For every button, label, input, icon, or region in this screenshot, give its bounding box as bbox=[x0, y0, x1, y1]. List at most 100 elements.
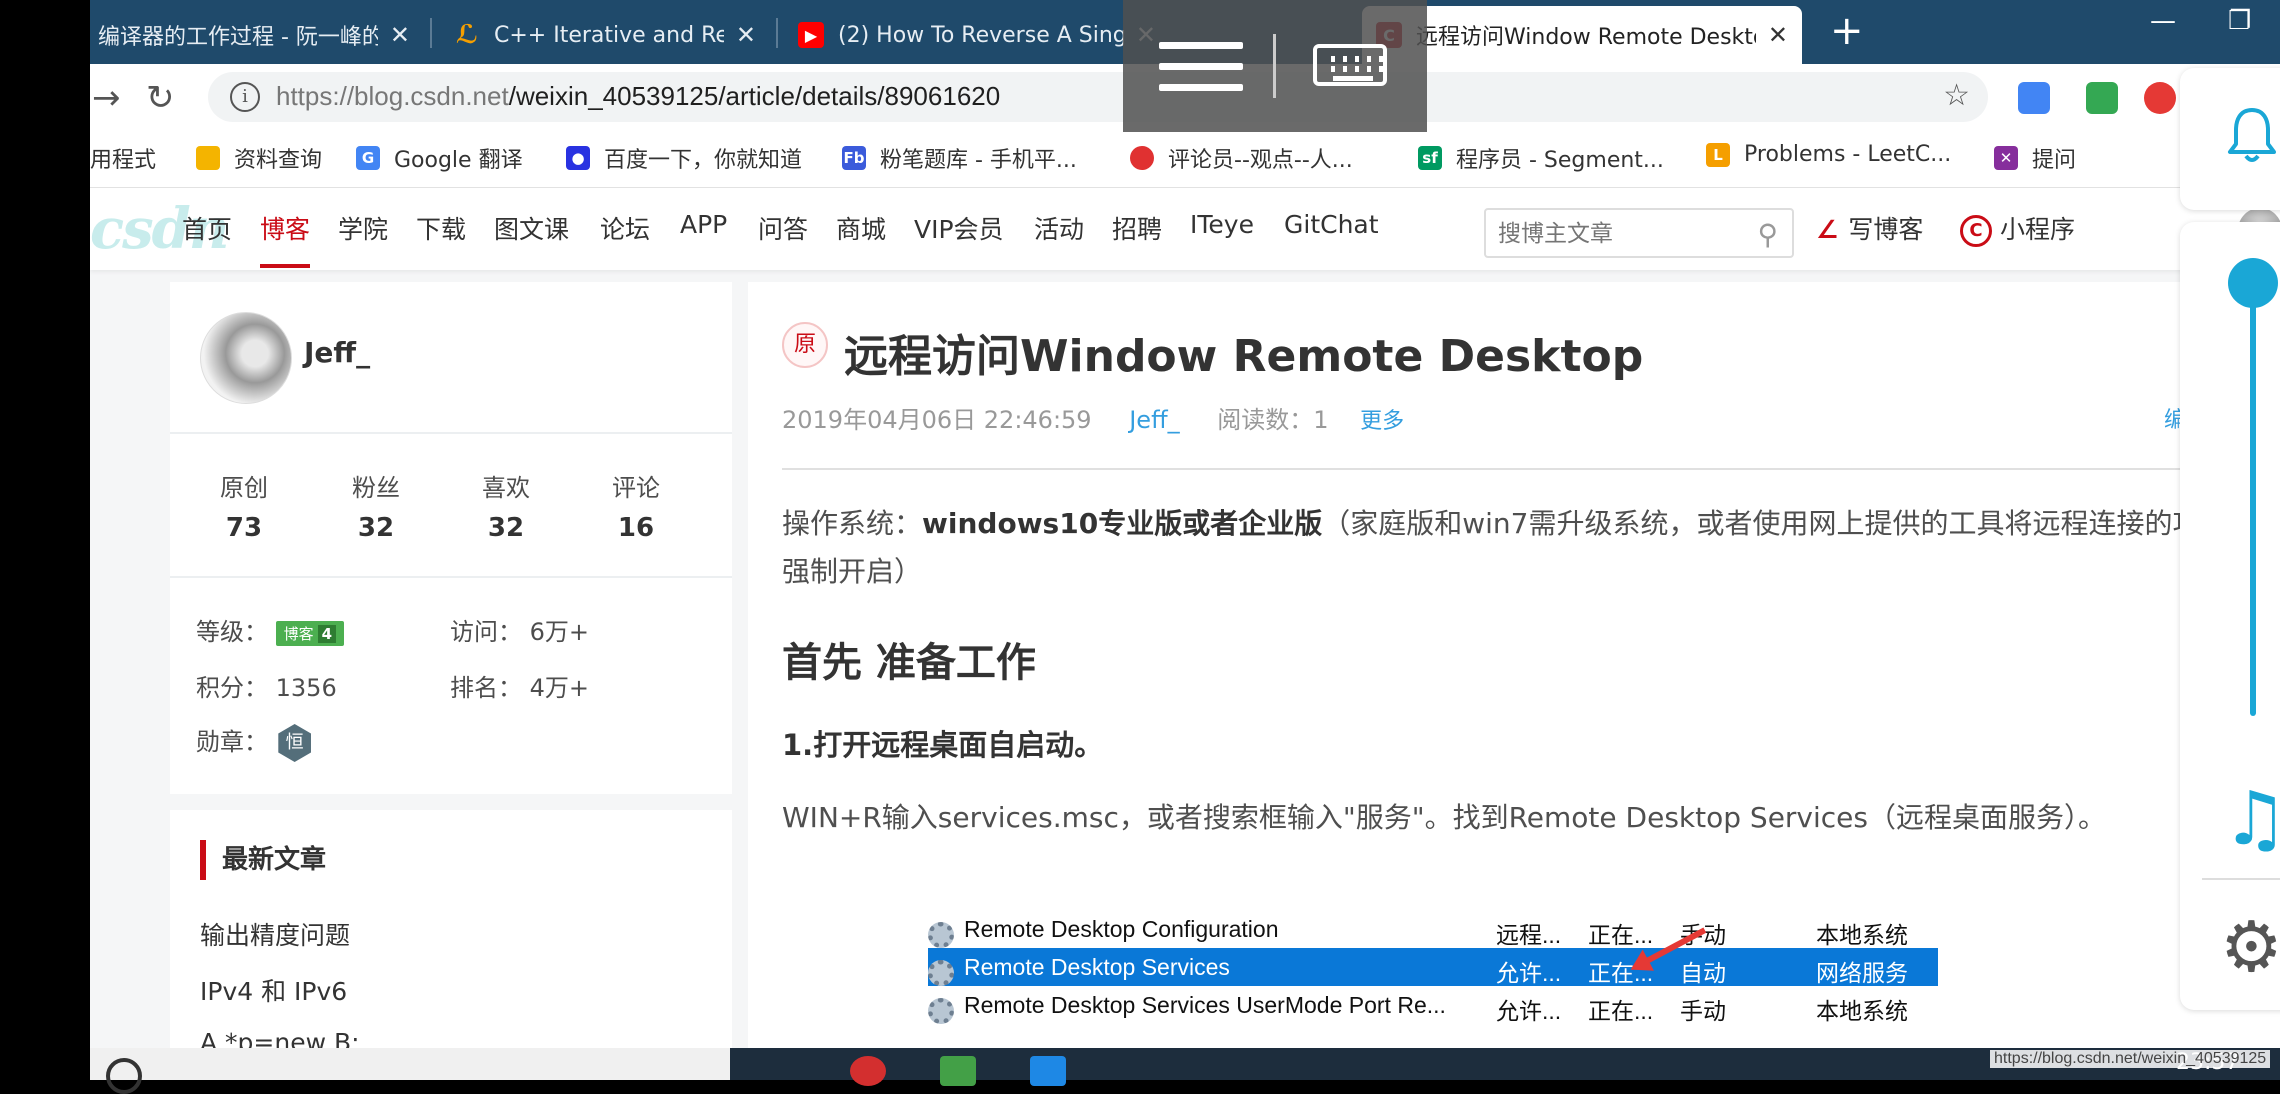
tab-ruanyifeng[interactable]: 编译器的工作过程 - 阮一峰的网络日志 ✕ bbox=[90, 6, 424, 64]
divider bbox=[2202, 878, 2280, 880]
service-start: 手动 bbox=[1680, 998, 1726, 1024]
article-title: 远程访问Window Remote Desktop bbox=[844, 331, 1644, 382]
nav-item-academy[interactable]: 学院 bbox=[338, 210, 388, 246]
search-icon[interactable]: ⚲ bbox=[1757, 218, 1778, 251]
bookmark-label: 程序员 - Segment... bbox=[1456, 148, 1664, 173]
control-panel: ♫ ⚙ bbox=[2180, 222, 2280, 1010]
bookmark-item[interactable]: ● 百度一下，你就知道 bbox=[566, 142, 802, 174]
google-translate-icon: G bbox=[356, 146, 380, 170]
taskbar-search[interactable] bbox=[90, 1048, 730, 1094]
stat-value: 73 bbox=[225, 513, 263, 543]
minimize-icon[interactable]: — bbox=[2150, 6, 2176, 36]
gear-icon[interactable]: ⚙ bbox=[2220, 912, 2280, 982]
nav-item-iteye[interactable]: ITeye bbox=[1190, 210, 1254, 239]
omnibox[interactable]: i https://blog.csdn.net/weixin_40539125/… bbox=[208, 72, 1988, 122]
app-icon[interactable] bbox=[1030, 1056, 1066, 1086]
nav-item-gitchat[interactable]: GitChat bbox=[1284, 210, 1379, 239]
tab-csdn-active[interactable]: C 远程访问Window Remote Desktop ✕ bbox=[1362, 6, 1802, 64]
reload-icon[interactable]: ↻ bbox=[146, 78, 175, 118]
bookmark-item[interactable]: G Google 翻译 bbox=[356, 142, 523, 174]
translate-extension-icon[interactable] bbox=[2018, 82, 2050, 114]
article-paragraph: WIN+R输入services.msc，或者搜索框输入"服务"。找到Remote… bbox=[782, 801, 2106, 834]
nav-item-jobs[interactable]: 招聘 bbox=[1112, 210, 1162, 246]
level-row: 等级： 博客 4 bbox=[196, 612, 345, 647]
close-icon[interactable]: ✕ bbox=[736, 21, 756, 49]
bookmark-item[interactable]: 用程式 bbox=[90, 142, 156, 174]
service-row-selected: Remote Desktop Services 允许... 正在... 自动 网… bbox=[928, 927, 1938, 986]
nav-item-vip[interactable]: VIP会员 bbox=[914, 210, 1004, 246]
bookmark-item[interactable]: 评论员--观点--人... bbox=[1130, 142, 1353, 174]
tab-title: (2) How To Reverse A Singly Linked bbox=[838, 22, 1124, 48]
article-card: 原 远程访问Window Remote Desktop 2019年04月06日 … bbox=[748, 282, 2280, 1080]
segmentfault-icon: sf bbox=[1418, 146, 1442, 170]
service-logon: 本地系统 bbox=[1816, 922, 1908, 948]
app-icon[interactable] bbox=[940, 1056, 976, 1086]
nav-item-mall[interactable]: 商城 bbox=[836, 210, 886, 246]
bookmark-item[interactable]: L Problems - LeetC... bbox=[1706, 142, 1951, 167]
stat-fans: 粉丝 32 bbox=[316, 468, 436, 543]
visits-value: 6万+ bbox=[529, 618, 590, 646]
bookmark-item[interactable]: ✕ 提问 bbox=[1994, 142, 2076, 174]
site-nav: csdn 首页 博客 学院 下载 图文课 论坛 APP 问答 商城 VIP会员 … bbox=[90, 188, 2280, 270]
article-author-link[interactable]: Jeff_ bbox=[1129, 406, 1179, 434]
hamburger-icon[interactable] bbox=[1159, 42, 1243, 105]
volume-slider-track[interactable] bbox=[2250, 282, 2256, 716]
bookmark-label: Problems - LeetC... bbox=[1744, 142, 1952, 167]
more-link[interactable]: 更多 bbox=[1360, 409, 1404, 434]
extension-icon[interactable] bbox=[2144, 82, 2176, 114]
forward-icon[interactable]: → bbox=[92, 78, 121, 118]
status-url: https://blog.csdn.net/weixin_40539125 bbox=[1990, 1050, 2271, 1068]
service-row: Remote Desktop Configuration 远程... 正在...… bbox=[928, 910, 1938, 948]
recent-article-link[interactable]: IPv4 和 IPv6 bbox=[200, 972, 347, 1008]
app-icon[interactable] bbox=[850, 1056, 886, 1086]
blog-search-input[interactable] bbox=[1498, 218, 1738, 250]
avatar[interactable] bbox=[200, 312, 292, 404]
nav-item-app[interactable]: APP bbox=[680, 210, 727, 239]
notification-card[interactable] bbox=[2180, 68, 2280, 210]
divider bbox=[170, 432, 732, 434]
volume-slider-knob[interactable] bbox=[2228, 258, 2278, 308]
write-blog-link[interactable]: ∠ 写博客 bbox=[1816, 210, 1923, 246]
music-note-icon[interactable]: ♫ bbox=[2222, 782, 2280, 856]
nav-item-blog[interactable]: 博客 bbox=[260, 210, 311, 268]
article-date: 2019年04月06日 22:46:59 bbox=[782, 406, 1092, 434]
taskbar: 23:57 bbox=[90, 1048, 2280, 1094]
new-tab-button[interactable]: + bbox=[1830, 8, 1864, 54]
service-status: 正在... bbox=[1588, 922, 1654, 948]
profile-name[interactable]: Jeff_ bbox=[304, 336, 370, 369]
nav-item-course[interactable]: 图文课 bbox=[494, 210, 569, 246]
close-icon[interactable]: ✕ bbox=[390, 21, 410, 49]
tab-youtube[interactable]: ▶ (2) How To Reverse A Singly Linked ✕ bbox=[784, 6, 1170, 64]
bookmark-item[interactable]: sf 程序员 - Segment... bbox=[1418, 142, 1664, 174]
nav-item-download[interactable]: 下载 bbox=[416, 210, 466, 246]
recent-article-link[interactable]: 输出精度问题 bbox=[200, 916, 350, 952]
tab-leetcode[interactable]: ℒ C++ Iterative and Recursive - Leet ✕ bbox=[440, 6, 770, 64]
pen-icon: ∠ bbox=[1816, 215, 1839, 244]
blog-search[interactable]: ⚲ bbox=[1484, 208, 1794, 258]
maximize-icon[interactable]: ❐ bbox=[2228, 6, 2251, 36]
close-icon[interactable]: ✕ bbox=[1768, 21, 1788, 49]
keyboard-icon[interactable] bbox=[1313, 44, 1387, 86]
service-status: 正在... bbox=[1588, 998, 1654, 1024]
nav-item-forum[interactable]: 论坛 bbox=[600, 210, 650, 246]
nav-item-events[interactable]: 活动 bbox=[1034, 210, 1084, 246]
mini-program-label: 小程序 bbox=[2000, 215, 2076, 244]
nav-item-qa[interactable]: 问答 bbox=[758, 210, 808, 246]
nav-item-home[interactable]: 首页 bbox=[182, 210, 232, 246]
info-icon[interactable]: i bbox=[230, 82, 260, 112]
url-text[interactable]: https://blog.csdn.net/weixin_40539125/ar… bbox=[276, 81, 1000, 112]
stat-label: 喜欢 bbox=[482, 474, 530, 502]
service-desc: 允许... bbox=[1496, 960, 1562, 986]
medal-badge-icon[interactable]: 恒 bbox=[278, 724, 311, 762]
rank-value: 4万+ bbox=[529, 674, 590, 702]
service-name: Remote Desktop Services bbox=[964, 954, 1230, 980]
star-icon[interactable]: ☆ bbox=[1943, 78, 1970, 113]
divider bbox=[1273, 34, 1276, 98]
stat-likes: 喜欢 32 bbox=[446, 468, 566, 543]
bookmark-item[interactable]: 资料查询 bbox=[196, 142, 322, 174]
extension-icon[interactable] bbox=[2086, 82, 2118, 114]
bookmark-item[interactable]: Fb 粉笔题库 - 手机平... bbox=[842, 142, 1077, 174]
article-meta: 2019年04月06日 22:46:59 Jeff_ 阅读数：1 更多 bbox=[782, 400, 1404, 435]
bell-icon[interactable] bbox=[2226, 106, 2278, 166]
mini-program-link[interactable]: C 小程序 bbox=[1960, 210, 2075, 247]
